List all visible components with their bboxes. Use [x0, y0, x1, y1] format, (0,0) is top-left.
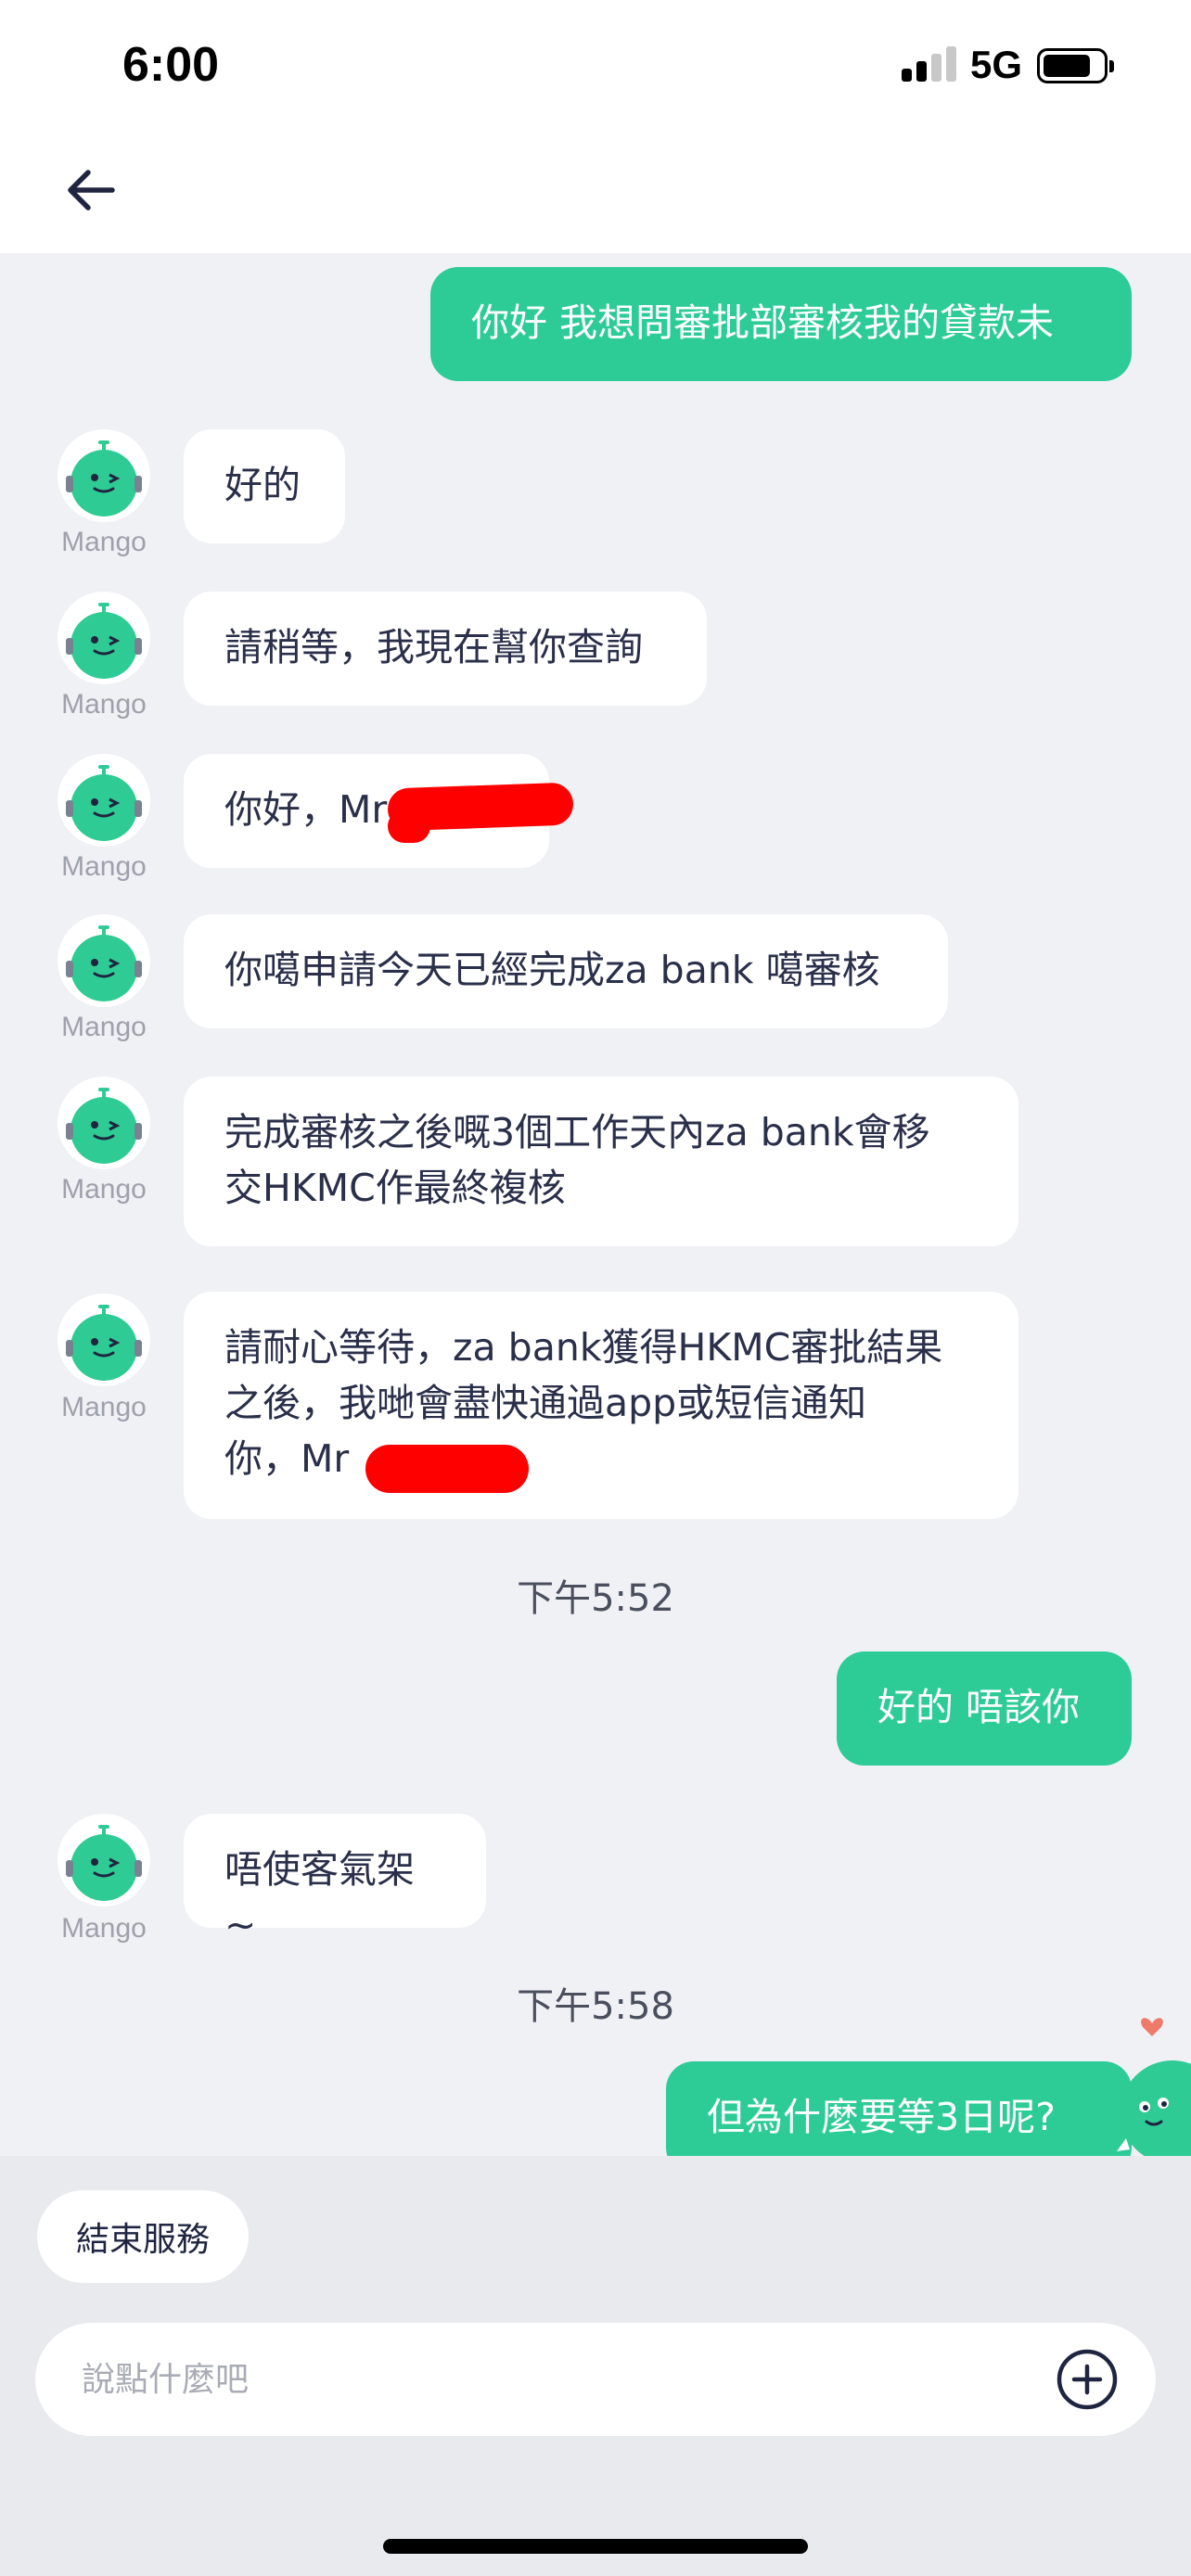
message-bubble-incoming[interactable]: 請稍等，我現在幫你查詢 — [184, 592, 707, 706]
mango-avatar-icon[interactable] — [58, 1294, 150, 1386]
redaction-mark — [365, 1445, 529, 1493]
message-bubble-outgoing[interactable]: 好的 唔該你 — [837, 1651, 1132, 1766]
network-type: 5G — [970, 43, 1023, 86]
battery-icon — [1037, 48, 1114, 83]
avatar-name: Mango — [61, 527, 147, 557]
mango-avatar-icon[interactable] — [58, 754, 150, 847]
home-indicator[interactable] — [383, 2539, 808, 2554]
message-bubble-outgoing[interactable]: 你好 我想問審批部審核我的貸款未 — [430, 267, 1132, 381]
avatar-name: Mango — [61, 1392, 147, 1422]
message-bubble-incoming[interactable]: 請耐心等待，za bank獲得HKMC審批結果 之後，我哋會盡快通過app或短信… — [184, 1292, 1018, 1519]
mango-avatar-icon[interactable] — [58, 914, 150, 1007]
mango-avatar-icon[interactable] — [58, 1077, 150, 1169]
message-bubble-incoming[interactable]: 你噶申請今天已經完成za bank 噶審核 — [184, 914, 948, 1028]
chat-timestamp: 下午5:58 — [517, 1985, 674, 2028]
message-bubble-incoming[interactable]: 唔使客氣架~ — [184, 1814, 486, 1947]
bottom-panel: 結束服務 — [0, 2156, 1191, 2576]
signal-strength-icon — [902, 46, 957, 82]
chat-timestamp: 下午5:52 — [517, 1577, 674, 1620]
mango-avatar-icon[interactable] — [58, 1814, 150, 1906]
message-bubble-incoming[interactable]: 好的 — [184, 429, 345, 543]
avatar-name: Mango — [61, 689, 147, 720]
status-bar: 6:00 5G — [0, 0, 1191, 134]
plus-circle-icon — [1057, 2349, 1118, 2410]
message-bubble-outgoing[interactable]: 但為什麼要等3日呢? — [666, 2061, 1132, 2156]
back-arrow-icon — [68, 170, 115, 210]
redaction-mark — [388, 810, 430, 843]
message-input-container[interactable] — [35, 2323, 1156, 2436]
add-attachment-button[interactable] — [1056, 2348, 1119, 2411]
avatar-name: Mango — [61, 1913, 147, 1944]
end-service-button[interactable]: 結束服務 — [37, 2190, 250, 2283]
mango-mascot-icon[interactable] — [1113, 2010, 1191, 2156]
message-input[interactable] — [82, 2323, 1009, 2436]
chat-messages[interactable]: 你好 我想問審批部審核我的貸款未 Mango 好的 Mango 請稍等，我現在幫 — [0, 253, 1191, 2156]
message-bubble-incoming[interactable]: 完成審核之後嘅3個工作天內za bank會移 交HKMC作最終複核 — [184, 1077, 1018, 1246]
nav-bar — [0, 134, 1191, 253]
back-button[interactable] — [54, 153, 128, 227]
avatar-name: Mango — [61, 851, 147, 882]
mango-avatar-icon[interactable] — [58, 592, 150, 684]
status-time: 6:00 — [122, 38, 220, 92]
avatar-name: Mango — [61, 1174, 147, 1205]
avatar-name: Mango — [61, 1012, 147, 1042]
mango-avatar-icon[interactable] — [58, 429, 150, 522]
